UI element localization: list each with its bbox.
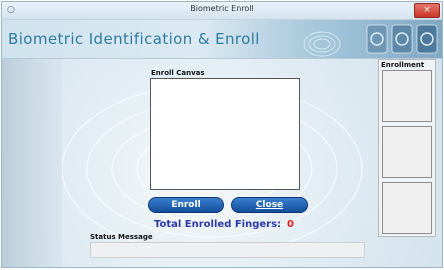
banner-title: Biometric Identification & Enroll — [8, 30, 260, 48]
fingerprint-banner-image — [303, 24, 438, 57]
enrollment-slot — [382, 70, 432, 122]
title-bar: ○ Biometric Enroll × — [2, 2, 442, 20]
enroll-fingers-button[interactable]: Enroll Finger(s) — [148, 197, 224, 225]
status-message-field — [90, 242, 365, 258]
window-title: Biometric Enroll — [190, 4, 254, 13]
total-enrolled-count: 0 — [287, 219, 294, 230]
biometric-enroll-window: ○ Biometric Enroll × Biometric Identific… — [1, 1, 443, 268]
hand-image — [2, 59, 62, 267]
enroll-canvas[interactable] — [150, 78, 300, 190]
enrollment-label: Enrollment — [381, 61, 425, 69]
close-button[interactable]: Close — [231, 197, 308, 213]
status-message-label: Status Message — [90, 233, 153, 241]
enroll-canvas-label: Enroll Canvas — [151, 69, 205, 77]
enrollment-panel: Enrollment — [378, 59, 436, 237]
enrollment-slot — [382, 182, 432, 234]
enrollment-slot — [382, 126, 432, 178]
total-enrolled-label: Total Enrolled Fingers: — [154, 219, 282, 230]
header-banner: Biometric Identification & Enroll — [2, 20, 442, 59]
total-enrolled-fingers: Total Enrolled Fingers: 0 — [154, 219, 294, 230]
window-close-button[interactable]: × — [414, 3, 440, 18]
